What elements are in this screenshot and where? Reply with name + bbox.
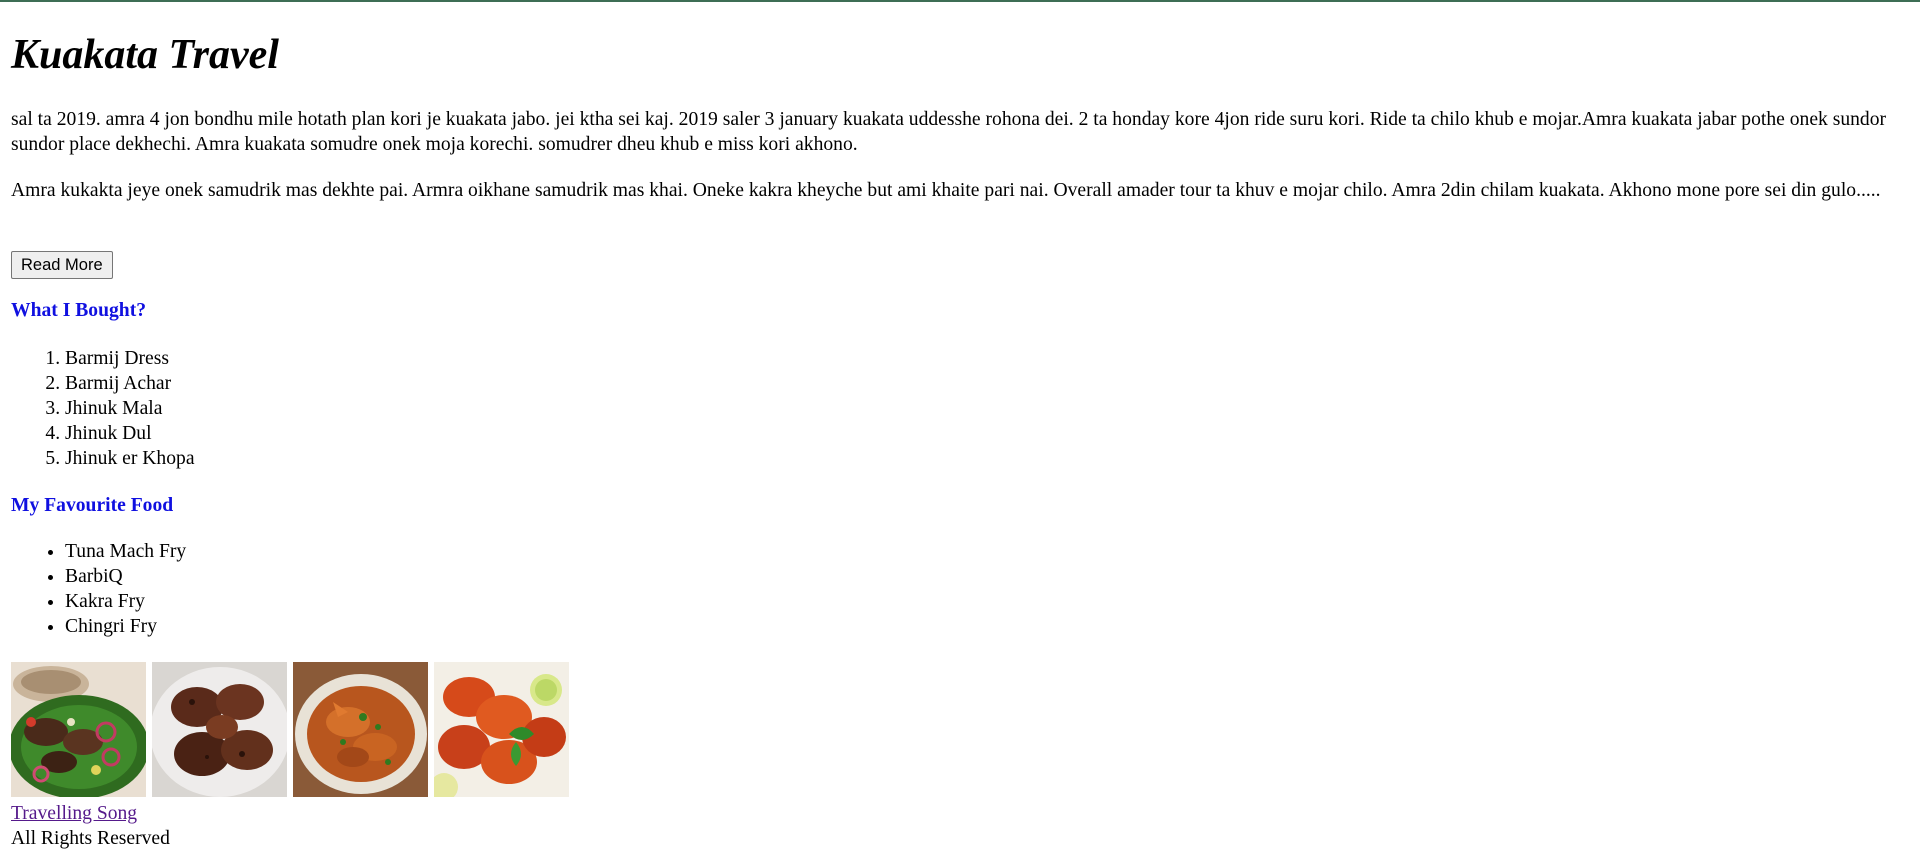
list-item: BarbiQ xyxy=(65,564,186,589)
read-more-button[interactable]: Read More xyxy=(11,251,113,279)
bought-heading: What I Bought? xyxy=(11,300,147,321)
story-paragraph-1: sal ta 2019. amra 4 jon bondhu mile hota… xyxy=(11,109,1887,155)
food-gallery xyxy=(11,662,569,797)
list-item: Barmij Dress xyxy=(65,346,195,371)
story-paragraph-2: Amra kukakta jeye onek samudrik mas dekh… xyxy=(11,180,1881,201)
crab-curry-image xyxy=(293,662,428,797)
grilled-chicken-image xyxy=(152,662,287,797)
list-item: Barmij Achar xyxy=(65,371,195,396)
list-item: Jhinuk Mala xyxy=(65,396,195,421)
list-item: Jhinuk er Khopa xyxy=(65,446,195,471)
list-item: Chingri Fry xyxy=(65,614,186,639)
food-list: Tuna Mach Fry BarbiQ Kakra Fry Chingri F… xyxy=(11,539,186,639)
travelling-song-link[interactable]: Travelling Song xyxy=(11,802,137,826)
grilled-fish-plate-image xyxy=(11,662,146,797)
list-item: Kakra Fry xyxy=(65,589,186,614)
fried-prawns-image xyxy=(434,662,569,797)
footer-text: All Rights Reserved xyxy=(11,828,170,849)
page-title: Kuakata Travel xyxy=(11,32,279,78)
top-border xyxy=(0,0,1920,2)
list-item: Tuna Mach Fry xyxy=(65,539,186,564)
list-item: Jhinuk Dul xyxy=(65,421,195,446)
bought-list: Barmij Dress Barmij Achar Jhinuk Mala Jh… xyxy=(11,346,195,471)
food-heading: My Favourite Food xyxy=(11,495,174,516)
